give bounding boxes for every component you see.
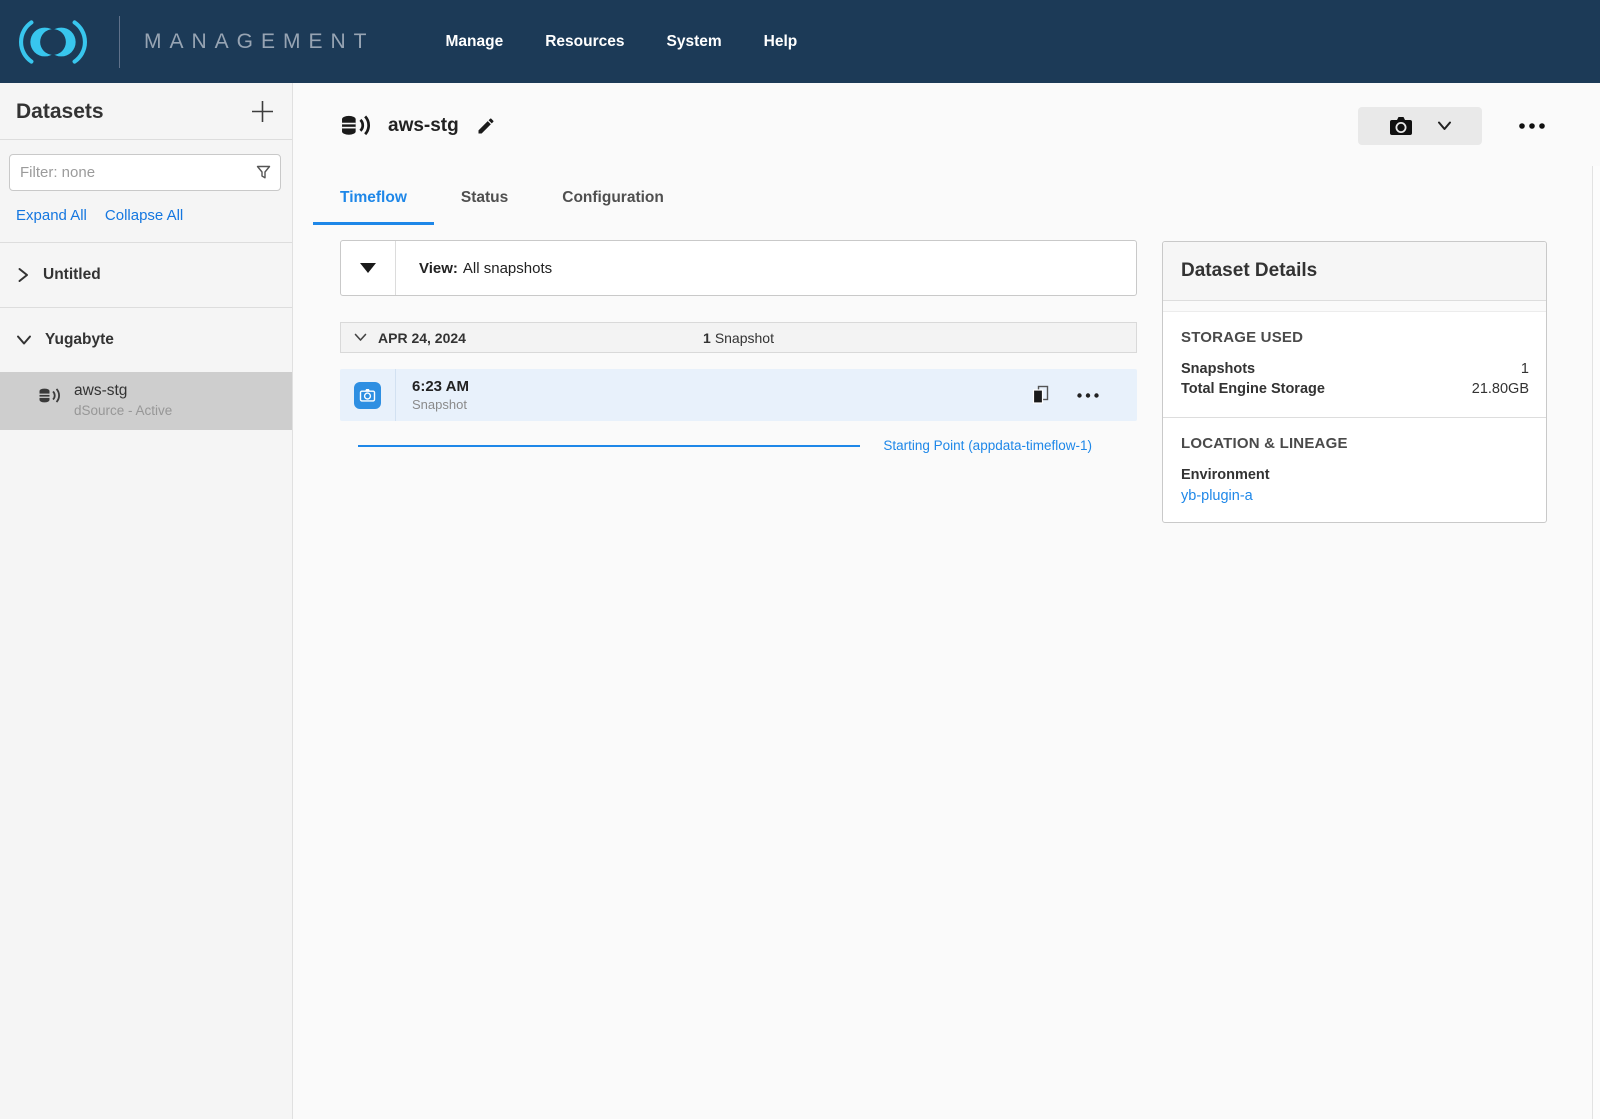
location-lineage-section: LOCATION & LINEAGE Environment yb-plugin… (1163, 417, 1546, 522)
storage-used-heading: STORAGE USED (1181, 329, 1529, 346)
details-strip (1163, 301, 1546, 312)
object-title: aws-stg (388, 115, 459, 137)
sidebar-group-untitled[interactable]: Untitled (0, 243, 292, 308)
expand-all-link[interactable]: Expand All (16, 207, 87, 224)
sidebar-group-yugabyte[interactable]: Yugabyte (0, 308, 292, 372)
view-label-cell[interactable]: View: All snapshots (396, 241, 552, 295)
environment-link[interactable]: yb-plugin-a (1181, 488, 1529, 504)
snapshot-actions (1031, 369, 1137, 421)
collapse-all-link[interactable]: Collapse All (105, 207, 183, 224)
tab-status[interactable]: Status (434, 175, 535, 225)
top-navbar: MANAGEMENT Manage Resources System Help (0, 0, 1600, 83)
nav-menu: Manage Resources System Help (425, 21, 819, 63)
row-label: Total Engine Storage (1181, 379, 1325, 399)
chevron-down-icon (16, 334, 32, 346)
snapshot-camera-icon (354, 382, 381, 409)
object-header: aws-stg (340, 107, 1548, 145)
snapshot-count-number: 1 (703, 330, 711, 346)
caret-down-icon (360, 263, 376, 273)
date-label: APR 24, 2024 (378, 330, 466, 346)
details-panel-title: Dataset Details (1163, 242, 1546, 301)
storage-rows: Snapshots 1 Total Engine Storage 21.80GB (1181, 359, 1529, 399)
group-label: Yugabyte (45, 331, 114, 349)
snapshot-count: 1Snapshot (703, 330, 774, 346)
dsource-icon (38, 385, 63, 407)
view-selector: View: All snapshots (340, 240, 1137, 296)
tab-configuration[interactable]: Configuration (535, 175, 691, 225)
camera-icon (1389, 116, 1413, 136)
nav-item-resources[interactable]: Resources (524, 21, 645, 63)
tab-bar: Timeflow Status Configuration (313, 175, 691, 225)
plus-icon (249, 98, 276, 125)
nav-item-help[interactable]: Help (743, 21, 819, 63)
view-label: View: (419, 260, 458, 277)
more-actions-button[interactable] (1516, 117, 1548, 135)
date-group-header[interactable]: APR 24, 2024 1Snapshot (340, 322, 1137, 353)
timeflow-content: View: All snapshots APR 24, 2024 1Snapsh… (340, 240, 1600, 1119)
starting-point-link[interactable]: Starting Point (appdata-timeflow-1) (883, 438, 1092, 453)
group-label: Untitled (43, 266, 101, 284)
row-label: Snapshots (1181, 359, 1255, 379)
row-value: 1 (1521, 359, 1529, 379)
storage-used-section: STORAGE USED Snapshots 1 Total Engine St… (1163, 312, 1546, 417)
snapshot-type-cell (340, 369, 396, 421)
filter-field-wrap (9, 154, 281, 191)
snapshot-count-label: Snapshot (715, 330, 774, 346)
ds-item-text: aws-stg dSource - Active (74, 382, 172, 418)
row-value: 21.80GB (1472, 379, 1529, 399)
tab-timeflow[interactable]: Timeflow (313, 175, 434, 225)
chevron-right-icon (16, 267, 30, 283)
filter-funnel-icon[interactable] (256, 165, 271, 185)
ds-item-status: dSource - Active (74, 403, 172, 418)
view-value: All snapshots (463, 260, 552, 277)
snapshot-type-label: Snapshot (412, 397, 469, 412)
main-content: aws-stg Timeflow Status Configuratio (293, 83, 1600, 1119)
dsource-icon (340, 111, 374, 141)
add-dataset-button[interactable] (249, 98, 276, 125)
ds-item-name: aws-stg (74, 382, 172, 400)
location-lineage-heading: LOCATION & LINEAGE (1181, 435, 1529, 452)
environment-label: Environment (1181, 467, 1529, 483)
take-snapshot-button[interactable] (1358, 107, 1482, 145)
nav-item-system[interactable]: System (646, 21, 743, 63)
sidebar-title: Datasets (16, 100, 104, 124)
nav-item-manage[interactable]: Manage (425, 21, 525, 63)
dataset-details-panel: Dataset Details STORAGE USED Snapshots 1… (1162, 241, 1547, 523)
pencil-icon (476, 116, 496, 136)
edit-name-button[interactable] (476, 116, 496, 136)
copy-icon (1031, 385, 1049, 405)
datasets-sidebar: Datasets Expand All Collapse All Untitle… (0, 83, 293, 1119)
starting-point-row: Starting Point (appdata-timeflow-1) (340, 438, 1137, 453)
filter-input[interactable] (9, 154, 281, 191)
vertical-scrollbar[interactable] (1592, 166, 1600, 1119)
ellipsis-icon (1518, 123, 1546, 129)
snapshot-info: 6:23 AM Snapshot (412, 369, 469, 421)
storage-row-snapshots: Snapshots 1 (1181, 359, 1529, 379)
delphix-logo-icon[interactable] (0, 17, 105, 67)
sidebar-links: Expand All Collapse All (16, 207, 276, 224)
snapshot-more-button[interactable] (1077, 393, 1099, 398)
snapshot-row[interactable]: 6:23 AM Snapshot (340, 369, 1137, 421)
brand-label: MANAGEMENT (144, 30, 375, 54)
storage-row-total-engine-storage: Total Engine Storage 21.80GB (1181, 379, 1529, 399)
copy-snapshot-button[interactable] (1031, 385, 1049, 405)
view-dropdown-toggle[interactable] (341, 241, 396, 295)
chevron-down-icon (1437, 121, 1452, 131)
ellipsis-icon (1077, 393, 1099, 398)
nav-divider (119, 16, 120, 68)
snapshot-time: 6:23 AM (412, 378, 469, 395)
chevron-down-icon (354, 333, 367, 342)
snapshot-list-column: View: All snapshots APR 24, 2024 1Snapsh… (340, 240, 1137, 453)
sidebar-item-aws-stg[interactable]: aws-stg dSource - Active (0, 372, 292, 430)
timeline-line (358, 445, 860, 447)
sidebar-header: Datasets (0, 83, 292, 140)
